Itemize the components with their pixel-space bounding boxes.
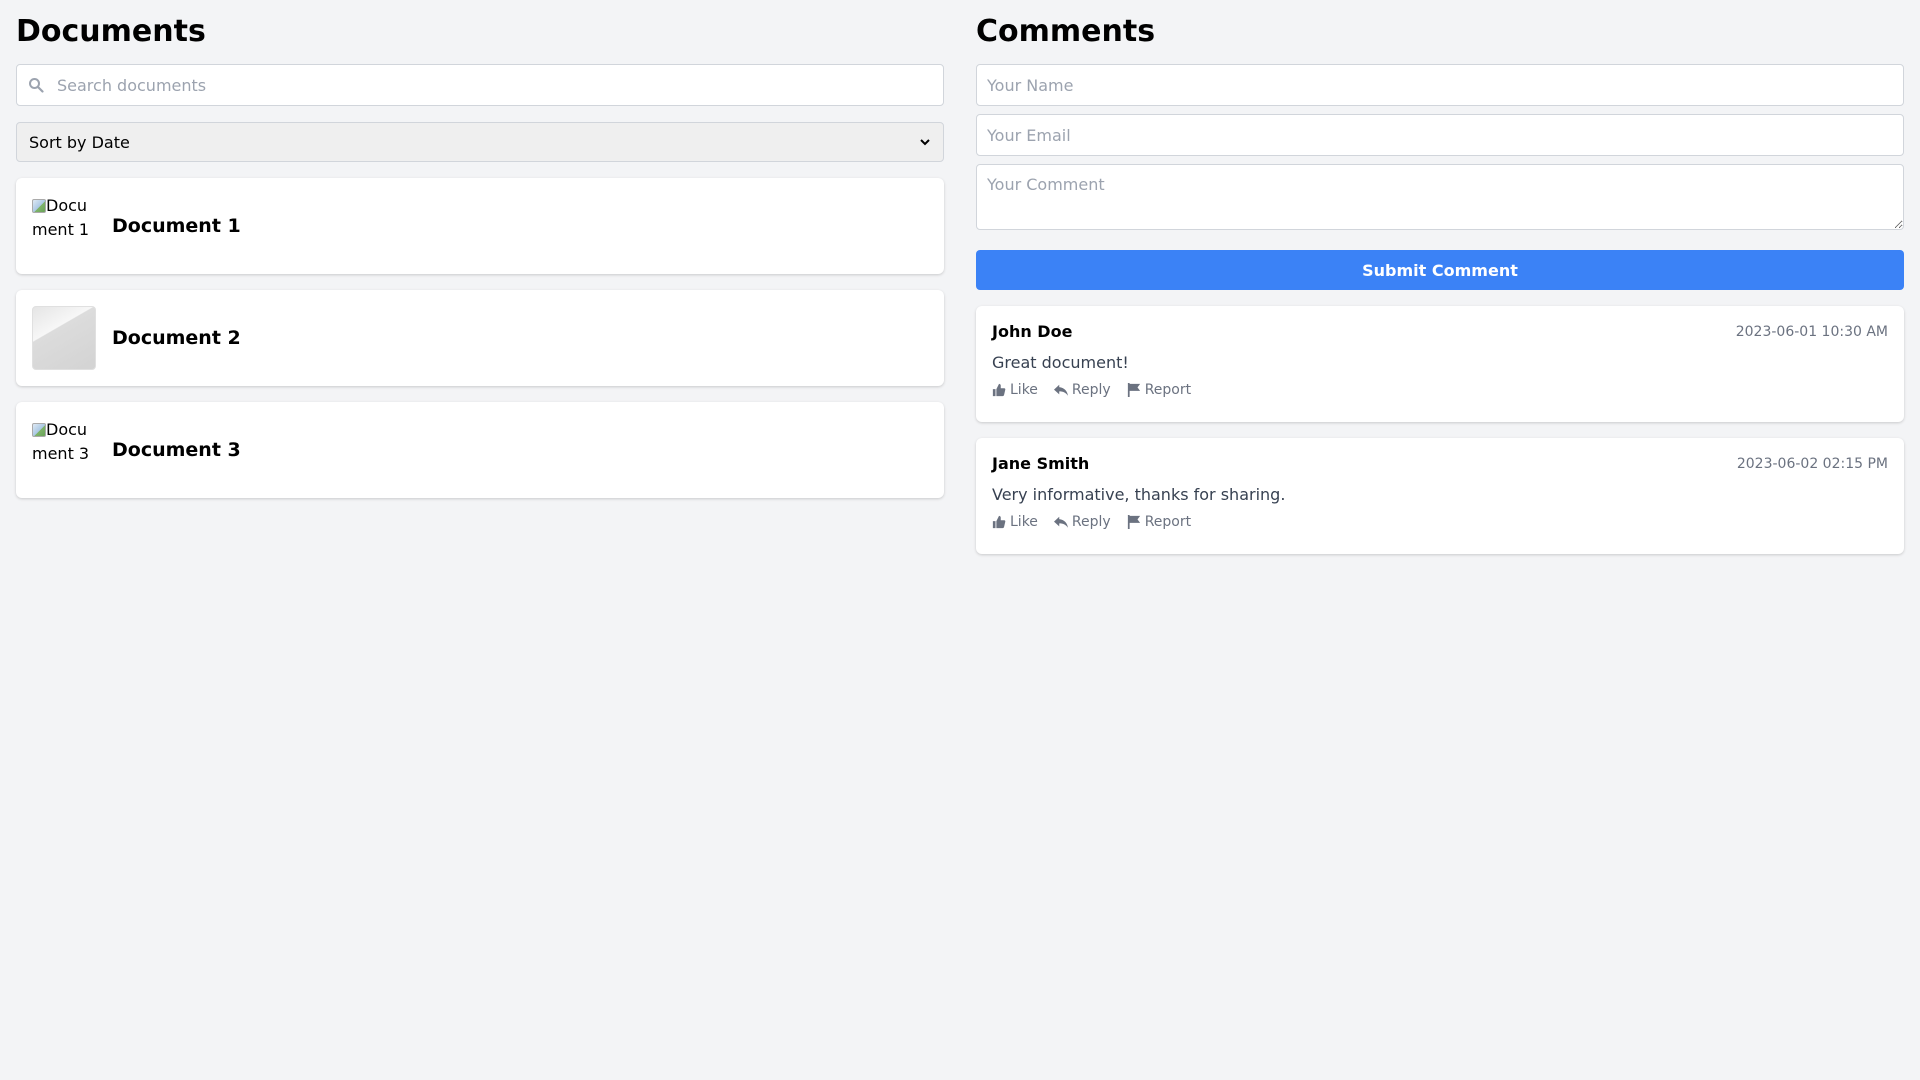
comment-actions: Like Reply Report bbox=[992, 514, 1888, 530]
comment-text: Great document! bbox=[992, 353, 1129, 372]
document-thumbnail bbox=[32, 306, 96, 370]
email-field[interactable] bbox=[976, 114, 1904, 156]
reply-label: Reply bbox=[1071, 514, 1111, 530]
sort-select[interactable]: Sort by Date bbox=[16, 122, 944, 162]
reply-button[interactable]: Reply bbox=[1053, 382, 1111, 398]
document-card[interactable]: Document 3 Document 3 bbox=[16, 402, 944, 498]
name-field[interactable] bbox=[976, 64, 1904, 106]
report-button[interactable]: Report bbox=[1127, 382, 1191, 398]
comment-header: Jane Smith 2023-06-02 02:15 PM bbox=[992, 454, 1888, 473]
report-label: Report bbox=[1144, 514, 1192, 530]
documents-title: Documents bbox=[16, 14, 206, 49]
document-thumbnail: Document 1 bbox=[32, 194, 96, 258]
search-input[interactable] bbox=[16, 64, 944, 106]
document-title: Document 2 bbox=[112, 327, 241, 349]
thumbs-up-icon bbox=[992, 515, 1006, 529]
comment-field[interactable] bbox=[976, 164, 1904, 230]
search-icon bbox=[29, 78, 44, 93]
submit-comment-button[interactable]: Submit Comment bbox=[976, 250, 1904, 290]
broken-image-icon bbox=[32, 199, 46, 213]
comment-card: John Doe 2023-06-01 10:30 AM Great docum… bbox=[976, 306, 1904, 422]
flag-icon bbox=[1127, 383, 1140, 397]
chevron-down-icon bbox=[920, 139, 930, 146]
reply-icon bbox=[1053, 384, 1068, 396]
comment-text: Very informative, thanks for sharing. bbox=[992, 485, 1286, 504]
comment-author: John Doe bbox=[992, 322, 1073, 341]
documents-panel: Documents Sort by Date Document 1 Docume… bbox=[16, 16, 944, 570]
comment-timestamp: 2023-06-02 02:15 PM bbox=[1736, 455, 1888, 472]
reply-button[interactable]: Reply bbox=[1053, 514, 1111, 530]
reply-label: Reply bbox=[1071, 382, 1111, 398]
comment-timestamp: 2023-06-01 10:30 AM bbox=[1735, 323, 1888, 340]
document-card[interactable]: Document 2 bbox=[16, 290, 944, 386]
report-label: Report bbox=[1144, 382, 1192, 398]
flag-icon bbox=[1127, 515, 1140, 529]
comment-actions: Like Reply Report bbox=[992, 382, 1888, 398]
search-wrapper bbox=[16, 64, 944, 106]
reply-icon bbox=[1053, 516, 1068, 528]
comment-header: John Doe 2023-06-01 10:30 AM bbox=[992, 322, 1888, 341]
document-title: Document 1 bbox=[112, 215, 241, 237]
like-label: Like bbox=[1010, 514, 1038, 530]
comment-card: Jane Smith 2023-06-02 02:15 PM Very info… bbox=[976, 438, 1904, 554]
like-button[interactable]: Like bbox=[992, 382, 1038, 398]
broken-image-icon bbox=[32, 423, 46, 437]
sort-select-value: Sort by Date bbox=[29, 132, 130, 152]
like-label: Like bbox=[1010, 382, 1038, 398]
document-title: Document 3 bbox=[112, 439, 241, 461]
thumbs-up-icon bbox=[992, 383, 1006, 397]
page: Documents Sort by Date Document 1 Docume… bbox=[0, 0, 1920, 586]
report-button[interactable]: Report bbox=[1127, 514, 1191, 530]
document-card[interactable]: Document 1 Document 1 bbox=[16, 178, 944, 274]
comments-panel: Comments Submit Comment John Doe 2023-06… bbox=[976, 16, 1904, 570]
document-thumbnail: Document 3 bbox=[32, 418, 96, 482]
comment-author: Jane Smith bbox=[992, 454, 1090, 473]
like-button[interactable]: Like bbox=[992, 514, 1038, 530]
comments-title: Comments bbox=[976, 14, 1156, 49]
